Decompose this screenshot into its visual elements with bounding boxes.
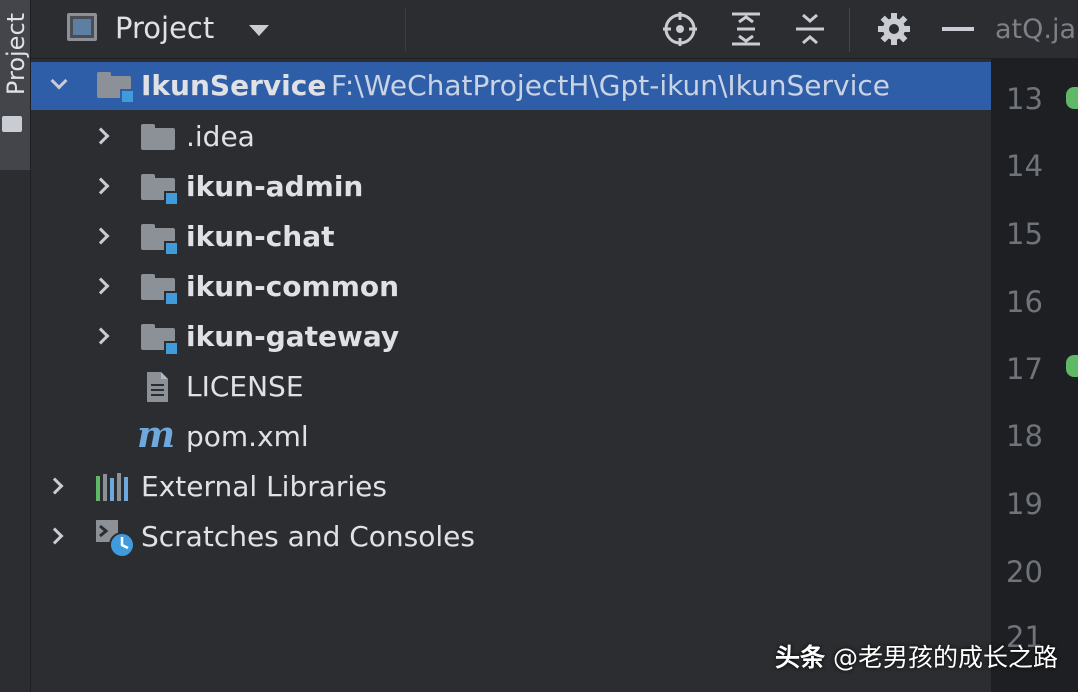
- chevron-down-icon[interactable]: [50, 72, 68, 90]
- watermark: 头条 @老男孩的成长之路: [775, 638, 1058, 674]
- run-marker-icon[interactable]: [1066, 355, 1078, 377]
- tree-item-external-libraries[interactable]: External Libraries: [31, 462, 991, 512]
- project-toolbar: Project: [31, 0, 991, 59]
- tree-item-label: LICENSE: [186, 370, 304, 403]
- tree-item-label: Scratches and Consoles: [141, 520, 475, 553]
- chevron-right-icon[interactable]: [46, 527, 64, 545]
- chevron-right-icon[interactable]: [92, 177, 110, 195]
- locate-icon[interactable]: [661, 10, 699, 48]
- module-folder-icon: [141, 224, 179, 256]
- tree-item-label: .idea: [186, 120, 255, 153]
- chevron-right-icon[interactable]: [92, 277, 110, 295]
- tree-item-ikun-common[interactable]: ikun-common: [31, 262, 991, 312]
- module-folder-icon: [97, 72, 135, 104]
- chevron-down-icon[interactable]: [249, 25, 269, 36]
- library-icon: [96, 473, 128, 501]
- root-module-path: F:\WeChatProjectH\Gpt-ikun\IkunService: [331, 69, 890, 102]
- module-folder-icon: [141, 274, 179, 306]
- tool-window-strip: Project: [0, 0, 31, 692]
- tree-item-ikun-admin[interactable]: ikun-admin: [31, 162, 991, 212]
- project-view-title[interactable]: Project: [115, 11, 214, 45]
- folder-icon: [2, 116, 22, 132]
- tree-item-pom[interactable]: m pom.xml: [31, 412, 991, 462]
- project-view-icon: [67, 13, 97, 41]
- tree-item-label: External Libraries: [141, 470, 387, 503]
- run-marker-icon[interactable]: [1066, 87, 1078, 109]
- collapse-all-icon[interactable]: [791, 10, 829, 48]
- tree-item-ikun-gateway[interactable]: ikun-gateway: [31, 312, 991, 362]
- root-module-name: IkunService: [141, 69, 327, 102]
- line-number: 17: [1006, 352, 1043, 386]
- line-number: 14: [1006, 149, 1043, 183]
- tree-item-scratches[interactable]: Scratches and Consoles: [31, 512, 991, 562]
- module-folder-icon: [141, 174, 179, 206]
- minimize-icon[interactable]: [939, 10, 977, 48]
- project-tree: IkunService F:\WeChatProjectH\Gpt-ikun\I…: [31, 58, 991, 692]
- scratches-icon: [96, 520, 135, 558]
- tree-item-idea[interactable]: .idea: [31, 112, 991, 162]
- tree-item-label: ikun-common: [186, 270, 400, 303]
- watermark-prefix: 头条: [775, 643, 826, 672]
- toolbar-divider: [405, 8, 406, 52]
- chevron-right-icon[interactable]: [92, 227, 110, 245]
- tree-item-label: ikun-chat: [186, 220, 335, 253]
- tree-item-root[interactable]: IkunService F:\WeChatProjectH\Gpt-ikun\I…: [31, 62, 991, 110]
- line-number: 13: [1006, 82, 1043, 116]
- chevron-right-icon[interactable]: [46, 477, 64, 495]
- gear-icon[interactable]: [875, 10, 913, 48]
- line-number: 16: [1006, 285, 1043, 319]
- toolbar-divider: [849, 8, 850, 52]
- tree-item-label: pom.xml: [186, 420, 309, 453]
- expand-all-icon[interactable]: [727, 10, 765, 48]
- text-file-icon: [147, 372, 168, 402]
- watermark-text: @老男孩的成长之路: [832, 643, 1058, 672]
- project-tab-label: Project: [2, 12, 30, 96]
- tree-item-label: ikun-admin: [186, 170, 364, 203]
- line-number: 20: [1006, 555, 1043, 589]
- folder-icon: [141, 124, 175, 150]
- tree-item-label: ikun-gateway: [186, 320, 400, 353]
- tree-item-license[interactable]: LICENSE: [31, 362, 991, 412]
- module-folder-icon: [141, 324, 179, 356]
- project-tool-window-tab[interactable]: Project: [0, 0, 30, 170]
- chevron-right-icon[interactable]: [92, 327, 110, 345]
- tree-item-ikun-chat[interactable]: ikun-chat: [31, 212, 991, 262]
- line-number: 15: [1006, 217, 1043, 251]
- editor-tab[interactable]: atQ.ja: [995, 14, 1078, 45]
- maven-file-icon: m: [137, 414, 176, 456]
- line-number: 18: [1006, 419, 1043, 453]
- chevron-right-icon[interactable]: [92, 127, 110, 145]
- line-number: 19: [1006, 487, 1043, 521]
